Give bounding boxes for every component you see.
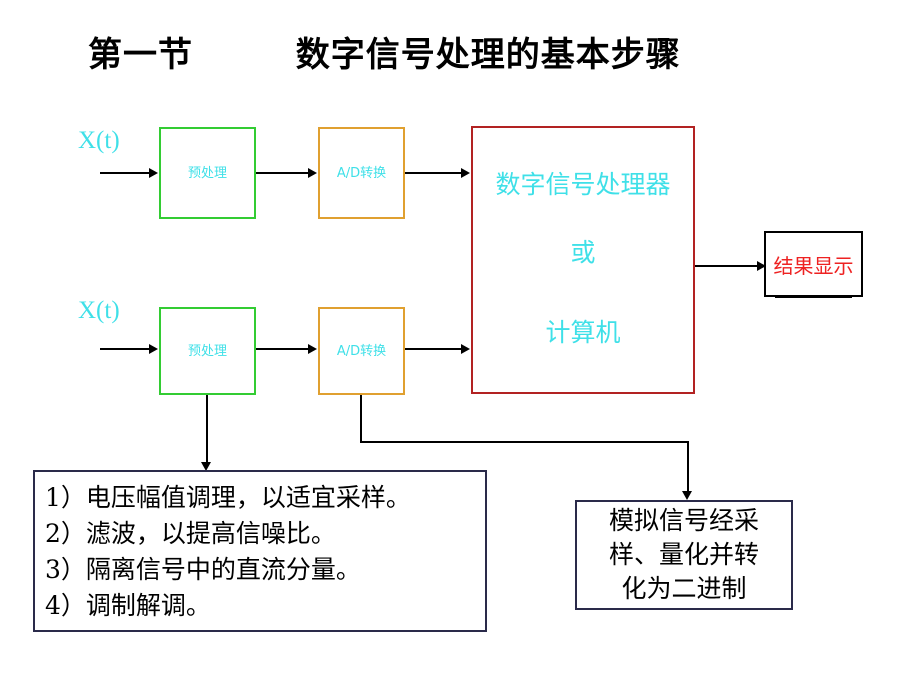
preprocess-note-line-1: 1）电压幅值调理，以适宜采样。 [45, 483, 411, 512]
adc-to-dsp-line-row2 [405, 348, 461, 350]
page-title: 第一节 数字信号处理的基本步骤 [88, 35, 681, 75]
result-display-box[interactable]: 结果显示 [764, 231, 863, 297]
preprocess-to-adc-line-row2 [256, 348, 308, 350]
dsp-box[interactable]: 数字信号处理器 或 计算机 [471, 126, 695, 394]
adc-box-row1[interactable]: A/D转换 [318, 127, 405, 219]
input-arrowhead-row1 [149, 168, 158, 178]
adc-note-line-2: 样、量化并转 [608, 540, 759, 569]
adc-note-line-3: 化为二进制 [621, 574, 747, 603]
adc-box-row2[interactable]: A/D转换 [318, 307, 405, 395]
adc-to-dsp-arrowhead-row2 [461, 344, 470, 354]
adc-note-elbow-vertical-1 [360, 395, 362, 443]
preprocess-label-row1: 预处理 [187, 165, 227, 181]
dsp-label-computer: 计算机 [545, 318, 621, 347]
input-line-row1 [100, 172, 150, 174]
preprocess-to-adc-line-row1 [256, 172, 308, 174]
preprocess-box-row1[interactable]: 预处理 [159, 127, 256, 219]
adc-to-dsp-arrowhead-row1 [461, 168, 470, 178]
preprocess-note-line-4: 4）调制解调。 [45, 591, 211, 620]
preprocess-label-row2: 预处理 [187, 343, 227, 359]
adc-label-row2: A/D转换 [336, 343, 387, 359]
preprocess-note-line-3: 3）隔离信号中的直流分量。 [45, 555, 361, 584]
preprocess-note-box: 1）电压幅值调理，以适宜采样。 2）滤波，以提高信噪比。 3）隔离信号中的直流分… [33, 470, 487, 632]
preprocess-note-line-2: 2）滤波，以提高信噪比。 [45, 519, 336, 548]
dsp-label-or: 或 [570, 238, 596, 267]
adc-label-row1: A/D转换 [336, 165, 387, 181]
input-line-row2 [100, 348, 150, 350]
preprocess-to-adc-arrowhead-row1 [308, 168, 317, 178]
input-label-row2: X(t) [78, 297, 120, 324]
input-label-row1: X(t) [78, 127, 120, 154]
result-box-underline [775, 296, 852, 298]
preprocess-to-adc-arrowhead-row2 [308, 344, 317, 354]
adc-note-line-1: 模拟信号经采 [608, 506, 759, 535]
adc-note-box: 模拟信号经采 样、量化并转 化为二进制 [575, 500, 793, 610]
dsp-label-processor: 数字信号处理器 [495, 170, 671, 199]
input-arrowhead-row2 [149, 344, 158, 354]
result-display-label: 结果显示 [773, 253, 854, 278]
adc-note-elbow-horizontal [360, 441, 689, 443]
dsp-to-result-line [695, 265, 757, 267]
preprocess-box-row2[interactable]: 预处理 [159, 307, 256, 395]
adc-note-arrowhead [682, 491, 692, 500]
adc-to-dsp-line-row1 [405, 172, 461, 174]
preprocess-to-note-line [206, 395, 208, 465]
adc-note-elbow-vertical-2 [687, 441, 689, 493]
slide-canvas: 第一节 数字信号处理的基本步骤 X(t) 预处理 A/D转换 X(t) 预处理 … [0, 0, 920, 690]
